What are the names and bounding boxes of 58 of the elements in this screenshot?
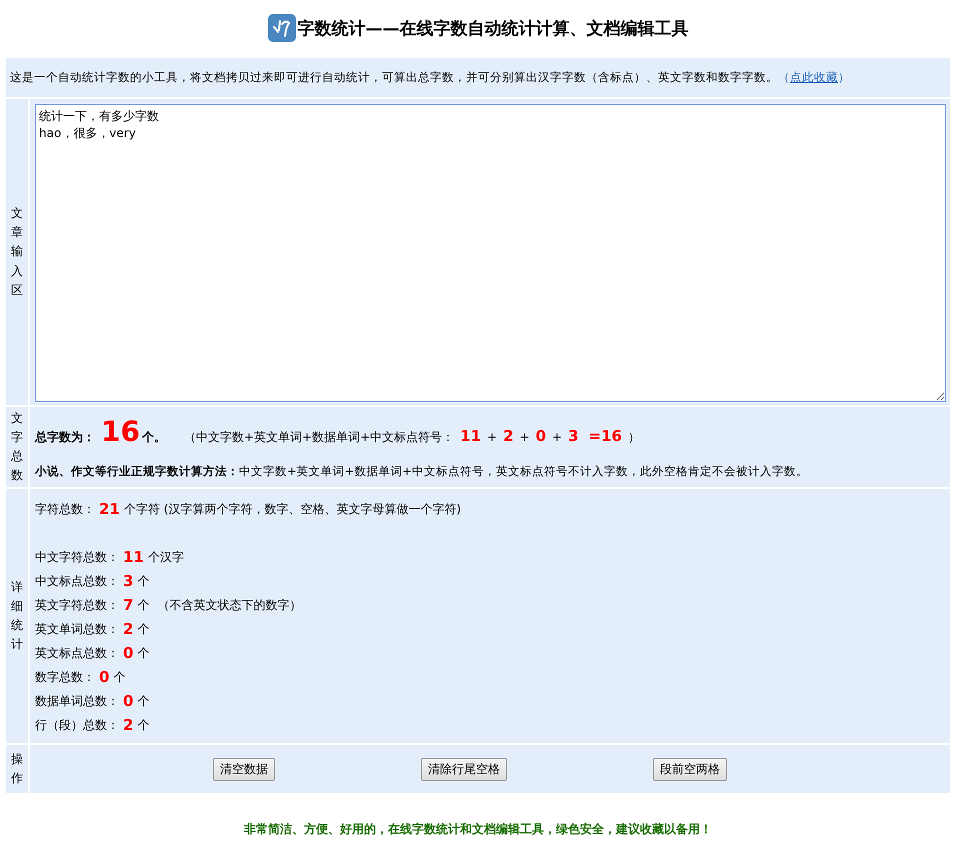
- stat-unit: 个: [137, 572, 150, 590]
- action-button[interactable]: 清除行尾空格: [421, 758, 507, 780]
- section-label: 文章输入区: [11, 205, 23, 299]
- stat-unit: 个汉字: [148, 548, 184, 566]
- total-unit: 个。: [142, 429, 166, 446]
- stat-label: 数字总数：: [35, 668, 95, 686]
- formula-value: 0: [536, 427, 546, 445]
- total-label: 总字数为：: [35, 429, 95, 446]
- link-bracket: （: [778, 70, 790, 84]
- stat-value: 0: [123, 692, 134, 710]
- stat-value: 11: [123, 548, 144, 566]
- formula-value: 3: [568, 427, 579, 445]
- formula-text: +: [487, 430, 498, 444]
- stat-unit: 个: [137, 716, 150, 734]
- section-label: 详细统计: [11, 578, 23, 654]
- formula-text: +: [552, 430, 562, 444]
- bookmark-link[interactable]: 点此收藏: [790, 70, 838, 84]
- section-label: 文字总数: [11, 410, 23, 484]
- stat-note: （不含英文状态下的数字）: [157, 596, 302, 614]
- stat-unit: 个: [137, 644, 150, 662]
- stat-label: 数据单词总数：: [35, 692, 119, 710]
- stat-value: 2: [123, 620, 134, 638]
- method-label: 小说、作文等行业正规字数计算方法：: [35, 464, 239, 478]
- formula-text: （中文字数+英文单词+数据单词+中文标点符号：: [184, 429, 454, 446]
- logo-icon: [268, 14, 296, 42]
- formula-text: ）: [628, 429, 640, 446]
- stat-value: 0: [99, 668, 110, 686]
- stat-label: 英文标点总数：: [35, 644, 119, 662]
- text-input-field[interactable]: 统计一下，有多少字数 hao，很多，very: [35, 104, 946, 402]
- stat-label: 中文标点总数：: [35, 572, 119, 590]
- total-value: 16: [101, 415, 140, 448]
- formula-value: =16: [588, 427, 622, 445]
- stat-label: 行（段）总数：: [35, 716, 119, 734]
- stat-value: 3: [123, 572, 134, 590]
- stat-value: 21: [99, 500, 120, 518]
- formula-text: +: [520, 430, 530, 444]
- footer-text: 非常简洁、方便、好用的，在线字数统计和文档编辑工具，绿色安全，建议收藏以备用！: [243, 821, 713, 838]
- formula-value: 11: [460, 427, 482, 445]
- stat-label: 英文单词总数：: [35, 620, 119, 638]
- stat-unit: 个: [113, 668, 126, 686]
- action-button[interactable]: 清空数据: [213, 758, 275, 780]
- stat-label: 中文字符总数：: [35, 548, 119, 566]
- page-title: 字数统计——在线字数自动统计计算、文档编辑工具: [298, 18, 688, 40]
- stat-label: 字符总数：: [35, 500, 95, 518]
- stat-unit: 个: [137, 620, 150, 638]
- stat-unit: 个字符 (汉字算两个字符，数字、空格、英文字母算做一个字符): [124, 500, 462, 518]
- method-text: 中文字数+英文单词+数据单词+中文标点符号，英文标点符号不计入字数，此外空格肯定不会被计入字数。: [239, 464, 808, 478]
- link-bracket: ）: [838, 70, 850, 84]
- section-label: 操作: [11, 750, 23, 787]
- formula-value: 2: [503, 427, 514, 445]
- stat-value: 0: [123, 644, 134, 662]
- stat-unit: 个: [137, 596, 150, 614]
- intro-text: 这是一个自动统计字数的小工具，将文档拷贝过来即可进行自动统计，可算出总字数，并可分别算出汉字字数（含标点）、英文字数和数字字数。: [10, 70, 778, 84]
- action-button[interactable]: 段前空两格: [653, 758, 727, 780]
- stat-label: 英文字符总数：: [35, 596, 119, 614]
- stat-unit: 个: [137, 692, 150, 710]
- stat-value: 7: [123, 596, 134, 614]
- stat-value: 2: [123, 716, 134, 734]
